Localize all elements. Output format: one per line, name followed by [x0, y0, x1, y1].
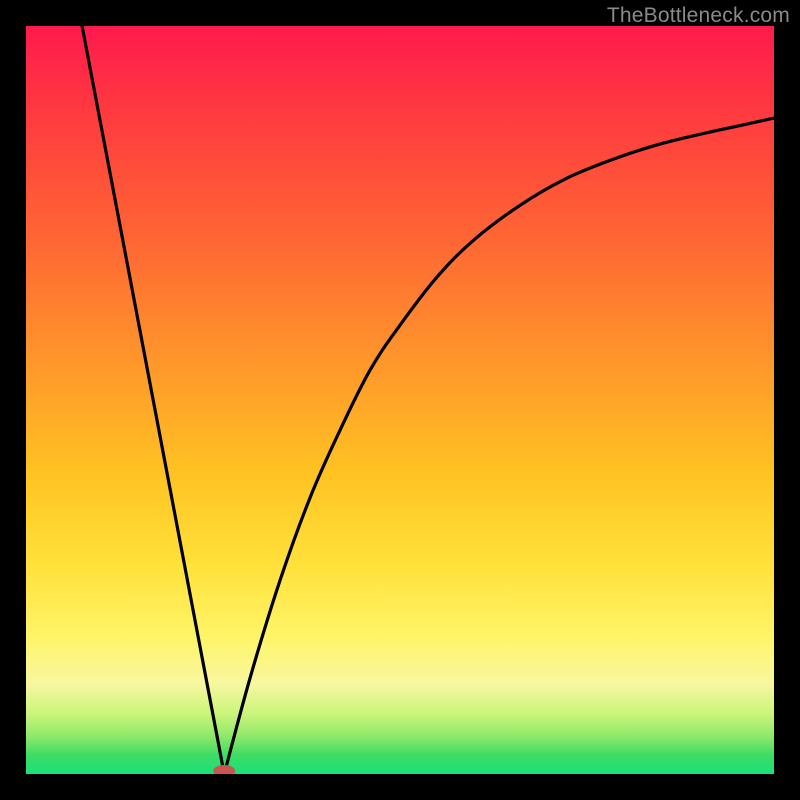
curve-layer — [26, 26, 774, 774]
bottleneck-curve — [82, 26, 774, 774]
plot-area — [26, 26, 774, 774]
watermark-text: TheBottleneck.com — [607, 4, 790, 28]
chart-frame: TheBottleneck.com — [0, 0, 800, 800]
optimum-marker — [213, 765, 235, 774]
